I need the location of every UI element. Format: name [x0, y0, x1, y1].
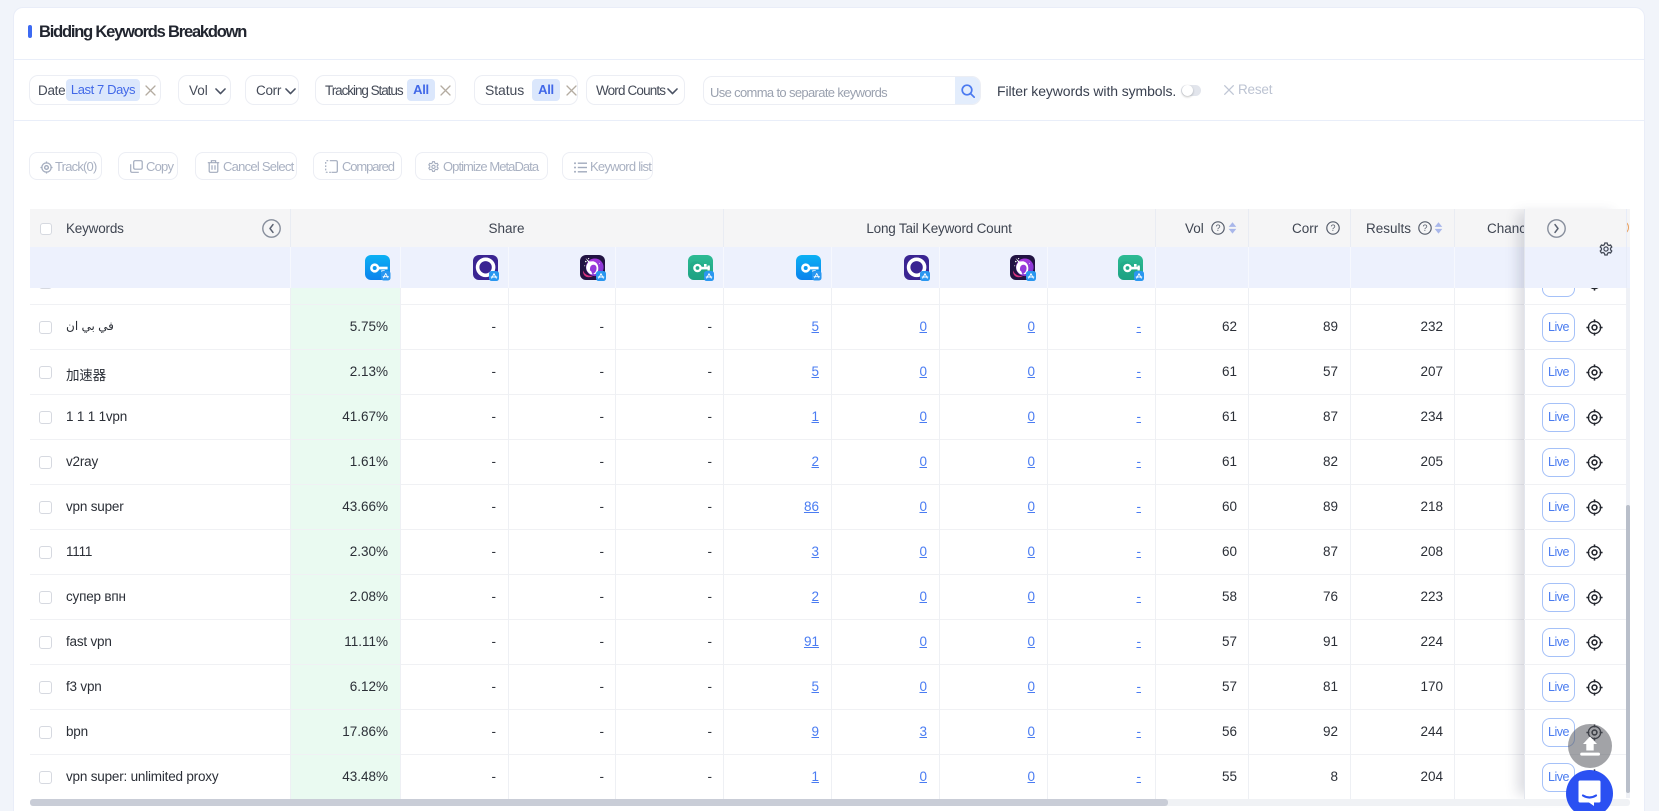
- svg-text:?: ?: [1422, 223, 1427, 233]
- svg-text:?: ?: [1215, 223, 1220, 233]
- svg-text:?: ?: [1330, 223, 1335, 233]
